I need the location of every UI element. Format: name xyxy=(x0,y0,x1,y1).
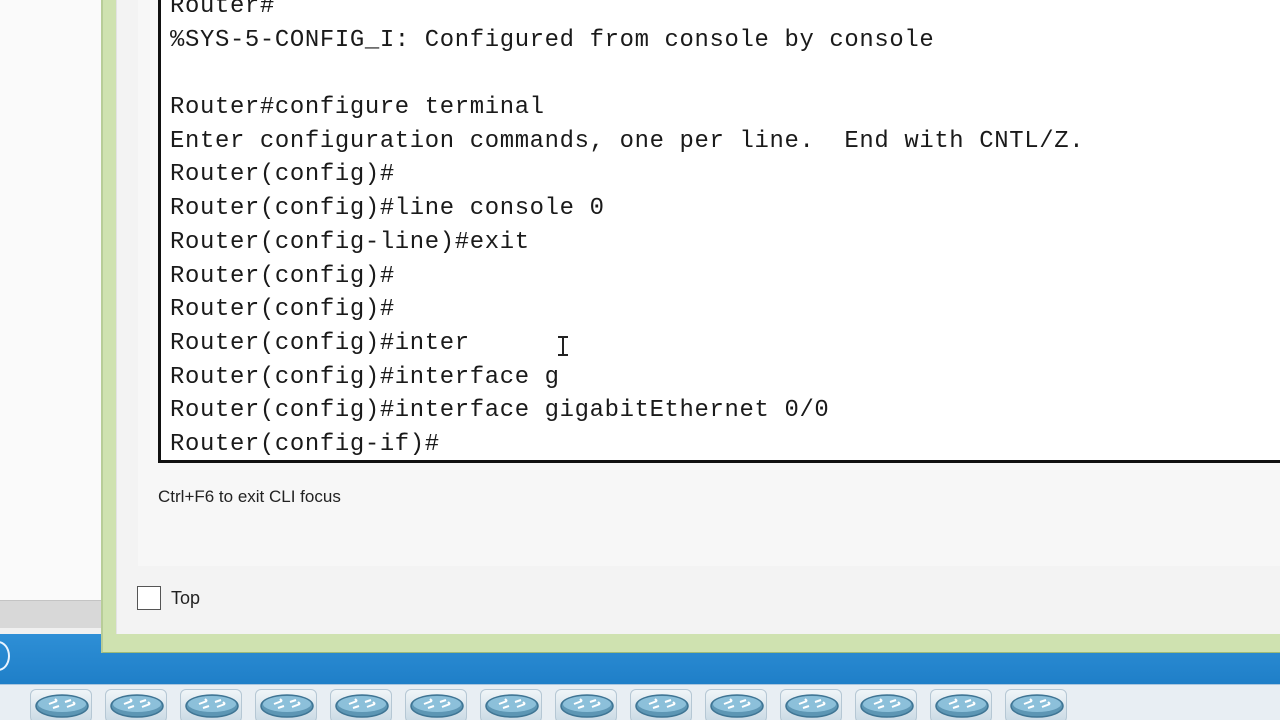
terminal-line: Router(config)# xyxy=(170,161,395,189)
router-window-bottom-edge xyxy=(101,634,1280,653)
top-checkbox-label: Top xyxy=(171,587,201,608)
terminal-line: Router(config)# xyxy=(170,262,395,290)
workspace-toolbar xyxy=(0,634,1280,684)
terminal-line: Router(config-line)#exit xyxy=(170,228,530,256)
terminal-line: Router(config)#interface g xyxy=(170,363,560,391)
terminal-line: Router(config)#interface gigabitEthernet… xyxy=(170,397,830,425)
terminal-line: Router(config)#inter xyxy=(170,329,470,357)
router-icon[interactable] xyxy=(180,689,242,720)
cli-focus-hint: Ctrl+F6 to exit CLI focus xyxy=(158,487,341,506)
router-icon[interactable] xyxy=(630,689,692,720)
router-icon[interactable] xyxy=(855,689,917,720)
router-icon[interactable] xyxy=(555,689,617,720)
terminal-line: Router(config)#line console 0 xyxy=(170,195,605,223)
horizontal-scrollbar[interactable] xyxy=(0,600,104,628)
router-icon[interactable] xyxy=(30,689,92,720)
router-icon[interactable] xyxy=(255,689,317,720)
workspace-panel xyxy=(0,0,104,600)
top-checkbox[interactable] xyxy=(137,586,161,610)
router-icon[interactable] xyxy=(705,689,767,720)
terminal-line: Router# xyxy=(170,0,275,20)
terminal-line: Router#configure terminal xyxy=(170,94,545,122)
router-icon[interactable] xyxy=(1005,689,1067,720)
router-icon[interactable] xyxy=(930,689,992,720)
router-icon[interactable] xyxy=(405,689,467,720)
router-icon[interactable] xyxy=(480,689,542,720)
text-cursor-icon xyxy=(557,336,569,356)
top-option[interactable]: Top xyxy=(137,586,200,610)
realtime-clock-icon[interactable] xyxy=(0,641,10,671)
terminal-line: %SYS-5-CONFIG_I: Configured from console… xyxy=(170,26,935,54)
terminal-output: Router# %SYS-5-CONFIG_I: Configured from … xyxy=(170,0,1085,460)
terminal-line: Router(config-if)# xyxy=(170,430,440,458)
router-icon[interactable] xyxy=(105,689,167,720)
cli-terminal[interactable]: Router# %SYS-5-CONFIG_I: Configured from … xyxy=(158,0,1280,463)
router-icon[interactable] xyxy=(780,689,842,720)
router-icon[interactable] xyxy=(330,689,392,720)
terminal-line: Enter configuration commands, one per li… xyxy=(170,127,1085,155)
terminal-line: Router(config)# xyxy=(170,296,395,324)
